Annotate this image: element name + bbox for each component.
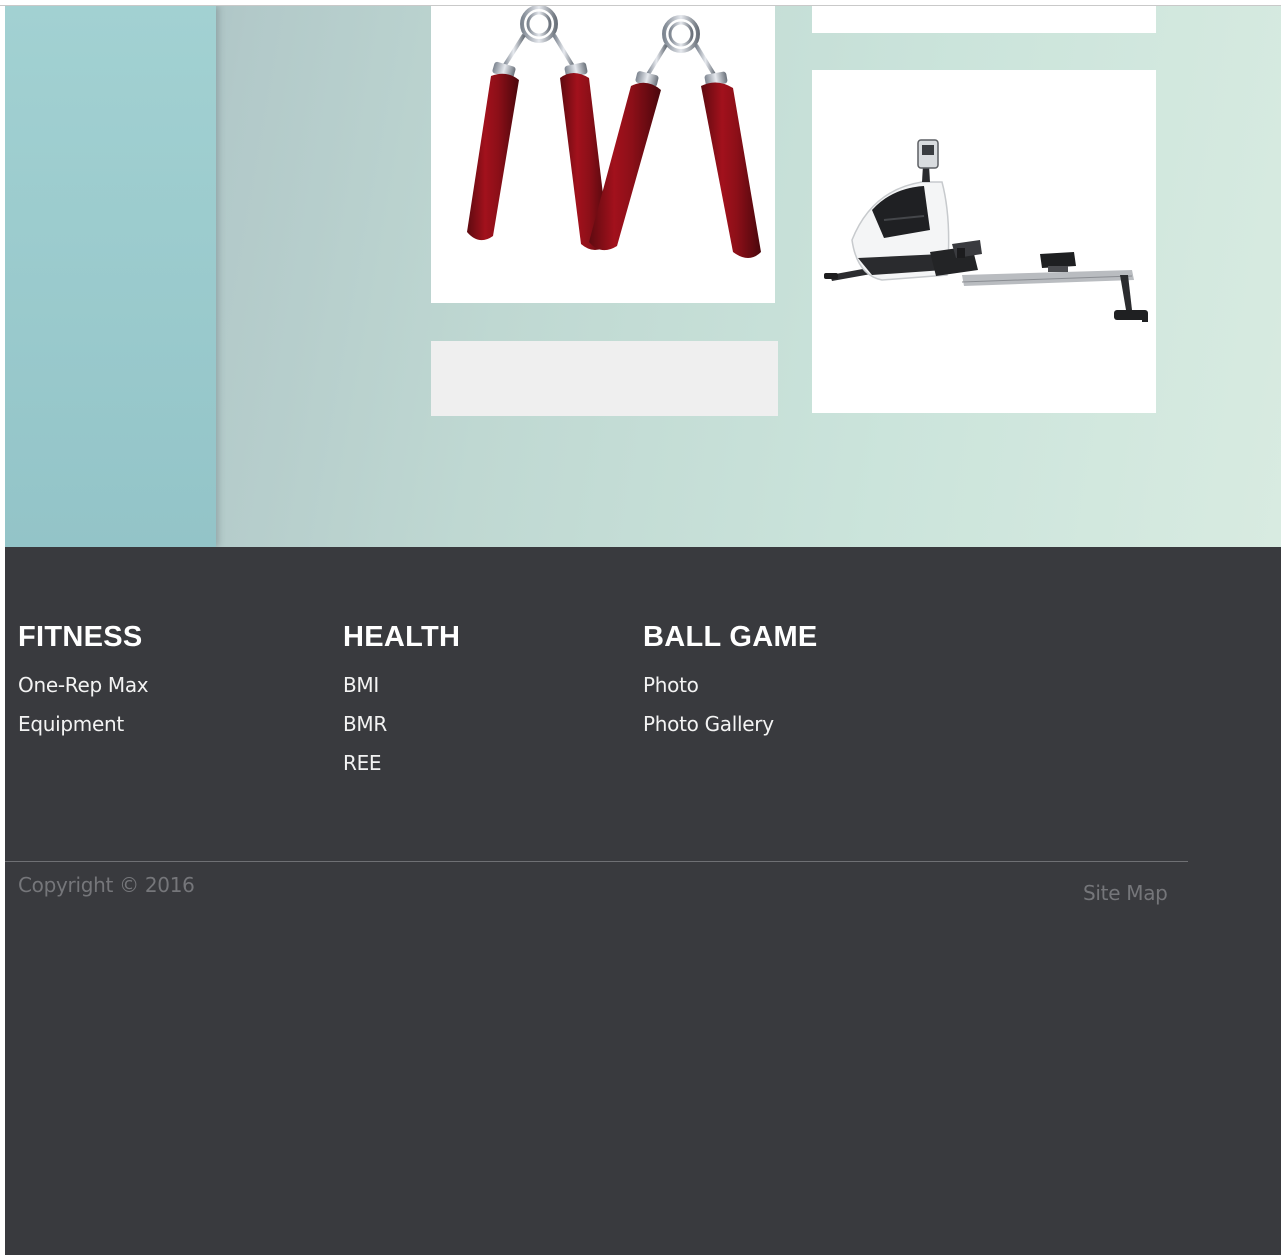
caption-placeholder xyxy=(431,341,778,416)
site-footer: FITNESS One-Rep Max Equipment HEALTH BMI… xyxy=(5,547,1281,1255)
footer-heading-ball-game: BALL GAME xyxy=(643,621,818,653)
footer-column-fitness: FITNESS One-Rep Max Equipment xyxy=(18,620,149,744)
footer-divider xyxy=(5,861,1188,862)
hand-gripper-image xyxy=(467,6,761,258)
footer-link-photo-gallery[interactable]: Photo Gallery xyxy=(643,705,818,744)
rowing-machine-image xyxy=(824,139,1148,322)
footer-column-ball-game: BALL GAME Photo Photo Gallery xyxy=(643,620,818,744)
page: FITNESS One-Rep Max Equipment HEALTH BMI… xyxy=(5,6,1281,1255)
footer-heading-health: HEALTH xyxy=(343,621,461,653)
product-card-top-right[interactable] xyxy=(812,6,1156,33)
product-card-rower[interactable] xyxy=(812,70,1156,413)
footer-heading-fitness: FITNESS xyxy=(18,621,143,653)
footer-column-health: HEALTH BMI BMR REE xyxy=(343,620,460,783)
footer-link-one-rep-max[interactable]: One-Rep Max xyxy=(18,666,149,705)
product-card-grippers[interactable] xyxy=(431,6,775,303)
content-area xyxy=(5,6,1281,547)
site-map-link[interactable]: Site Map xyxy=(1083,881,1168,905)
footer-link-bmi[interactable]: BMI xyxy=(343,666,460,705)
footer-link-bmr[interactable]: BMR xyxy=(343,705,460,744)
footer-link-ree[interactable]: REE xyxy=(343,744,460,783)
footer-link-equipment[interactable]: Equipment xyxy=(18,705,148,744)
copyright-text: Copyright © 2016 xyxy=(18,873,195,897)
footer-link-photo[interactable]: Photo xyxy=(643,666,818,705)
left-sidebar-strip xyxy=(5,6,216,547)
